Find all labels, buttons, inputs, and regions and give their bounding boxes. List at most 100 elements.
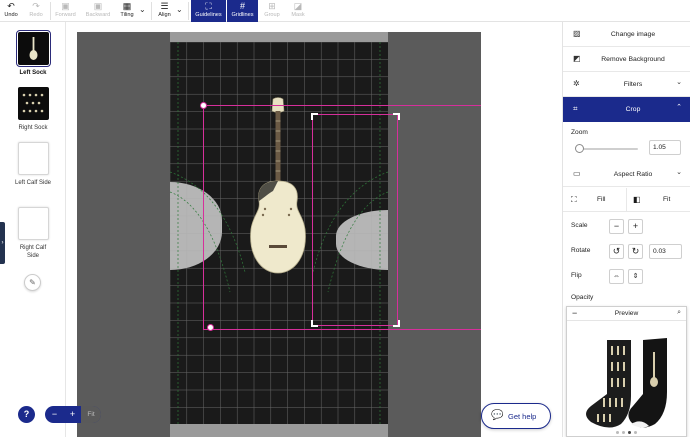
scale-increase-button[interactable]: + xyxy=(628,219,643,234)
product-left-sock[interactable]: Left Sock xyxy=(0,30,66,77)
undo-icon: ↶ xyxy=(7,1,15,11)
fit-label: Fit xyxy=(663,196,671,203)
chevron-up-icon: ⌃ xyxy=(676,104,682,111)
fill-button[interactable]: ⛶ Fill xyxy=(563,188,627,212)
preview-dot[interactable] xyxy=(634,431,637,434)
crop-corner-top-right[interactable] xyxy=(393,113,400,120)
filters-label: Filters xyxy=(623,81,643,88)
zoom-preview-icon[interactable]: ⌕ xyxy=(677,309,681,317)
forward-button[interactable]: ▣ Forward xyxy=(52,0,79,22)
zoom-value-field[interactable] xyxy=(649,140,681,155)
tiling-chevron-down-icon[interactable]: ⌄ xyxy=(139,5,146,14)
filters-section-toggle[interactable]: ✲ Filters ⌄ xyxy=(563,72,690,97)
plus-icon: + xyxy=(632,221,639,231)
backward-label: Backward xyxy=(85,12,111,18)
rotate-right-button[interactable]: ↻ xyxy=(628,244,643,259)
guidelines-icon: ⛶ xyxy=(205,1,212,11)
gridlines-label: Gridlines xyxy=(231,12,254,18)
zoom-slider-knob[interactable] xyxy=(575,144,585,153)
collapse-sidebar-tab[interactable]: › xyxy=(0,222,5,264)
undo-button[interactable]: ↶ Undo xyxy=(0,0,22,22)
backward-button[interactable]: ▣ Backward xyxy=(83,0,113,22)
guidelines-toggle[interactable]: ⛶ Guidelines xyxy=(191,0,226,22)
preview-dot[interactable] xyxy=(622,431,625,434)
change-image-button[interactable]: ▨ Change image xyxy=(563,22,690,47)
gridlines-icon: # xyxy=(239,1,246,11)
crop-frame[interactable] xyxy=(312,114,398,326)
help-button[interactable]: ? xyxy=(18,406,35,423)
left-sock-thumbnail xyxy=(15,30,51,67)
align-chevron-down-icon[interactable]: ⌄ xyxy=(176,5,183,14)
add-area-button[interactable]: ✎ xyxy=(24,274,41,291)
tiling-label: Tiling xyxy=(120,12,134,18)
filters-icon: ✲ xyxy=(573,79,580,88)
get-help-label: Get help xyxy=(508,412,537,421)
image-icon: ▨ xyxy=(573,29,581,38)
minus-icon: − xyxy=(613,221,620,231)
rotate-left-button[interactable]: ↺ xyxy=(609,244,624,259)
zoom-label: Zoom xyxy=(571,129,588,136)
preview-dot-active[interactable] xyxy=(628,431,631,434)
design-canvas[interactable] xyxy=(77,32,481,437)
crop-section-toggle[interactable]: ⌗ Crop ⌃ xyxy=(563,97,690,122)
zoom-fit-button[interactable]: Fit xyxy=(81,406,101,423)
crop-icon: ⌗ xyxy=(573,104,578,113)
aspect-ratio-icon: ▭ xyxy=(573,169,581,178)
rotate-label: Rotate xyxy=(571,247,591,254)
preview-dot[interactable] xyxy=(616,431,619,434)
resize-handle-top-left[interactable] xyxy=(200,102,207,109)
product-right-sock[interactable]: Right Sock xyxy=(0,87,66,132)
gridlines-toggle[interactable]: # Gridlines xyxy=(227,0,258,22)
remove-background-label: Remove Background xyxy=(601,56,665,63)
scale-label: Scale xyxy=(571,222,588,229)
rotate-ccw-icon: ↺ xyxy=(612,246,621,256)
get-help-button[interactable]: 💬 Get help xyxy=(481,403,551,429)
flip-label: Flip xyxy=(571,272,582,279)
flip-horizontal-button[interactable]: ⇔ xyxy=(609,269,624,284)
zoom-in-button[interactable]: + xyxy=(64,406,81,423)
rotate-value-field[interactable] xyxy=(649,244,682,259)
product-sidebar: Left Sock Right Sock Left Calf Side Righ… xyxy=(0,22,66,437)
align-button[interactable]: ☰ Align xyxy=(155,0,174,22)
toolbar: ↶ Undo ↷ Redo ▣ Forward ▣ Backward ▦ Til… xyxy=(0,0,690,22)
remove-background-button[interactable]: ◩ Remove Background xyxy=(563,47,690,72)
zoom-slider[interactable] xyxy=(576,148,638,150)
redo-button[interactable]: ↷ Redo xyxy=(25,0,47,22)
group-button[interactable]: ⊞ Group xyxy=(261,0,283,22)
crop-corner-top-left[interactable] xyxy=(311,113,318,120)
zoom-out-button[interactable]: − xyxy=(46,406,63,423)
redo-label: Redo xyxy=(29,12,43,18)
mask-label: Mask xyxy=(291,12,305,18)
product-left-calf-side[interactable]: Left Calf Side xyxy=(0,142,66,187)
fit-icon: ◧ xyxy=(633,195,641,204)
product-label: Right Calf Side xyxy=(19,245,47,259)
product-right-calf-side[interactable]: Right Calf Side xyxy=(0,207,66,260)
sock-bottom-bleed xyxy=(170,424,388,437)
bring-forward-icon: ▣ xyxy=(61,1,70,11)
redo-icon: ↷ xyxy=(32,1,40,11)
tiling-icon: ▦ xyxy=(122,1,132,11)
right-sock-thumbnail xyxy=(17,87,49,120)
product-label: Left Sock xyxy=(19,70,47,76)
toolbar-divider xyxy=(188,2,189,20)
chevron-right-icon: › xyxy=(1,240,4,246)
guitar-thumbnail-icon xyxy=(29,37,37,60)
sock-preview-image xyxy=(586,338,667,428)
scale-decrease-button[interactable]: − xyxy=(609,219,624,234)
right-calf-thumbnail xyxy=(17,207,49,240)
guitar-pattern-thumbnail-icon xyxy=(22,93,43,113)
fit-button[interactable]: ◧ Fit xyxy=(627,188,690,212)
preview-header: − Preview ⌕ xyxy=(567,307,686,321)
crop-corner-bottom-left[interactable] xyxy=(311,320,318,327)
crop-corner-bottom-right[interactable] xyxy=(393,320,400,327)
toolbar-divider xyxy=(50,2,51,20)
product-label: Right Sock xyxy=(18,125,48,131)
preview-pagination[interactable] xyxy=(567,431,686,434)
mask-button[interactable]: ◪ Mask xyxy=(288,0,308,22)
chevron-down-icon: ⌄ xyxy=(676,79,682,86)
flip-vertical-button[interactable]: ⇕ xyxy=(628,269,643,284)
aspect-ratio-section-toggle[interactable]: ▭ Aspect Ratio ⌄ xyxy=(563,162,690,187)
resize-handle-bottom-left[interactable] xyxy=(207,324,214,331)
change-image-label: Change image xyxy=(610,31,656,38)
tiling-button[interactable]: ▦ Tiling xyxy=(117,0,137,22)
